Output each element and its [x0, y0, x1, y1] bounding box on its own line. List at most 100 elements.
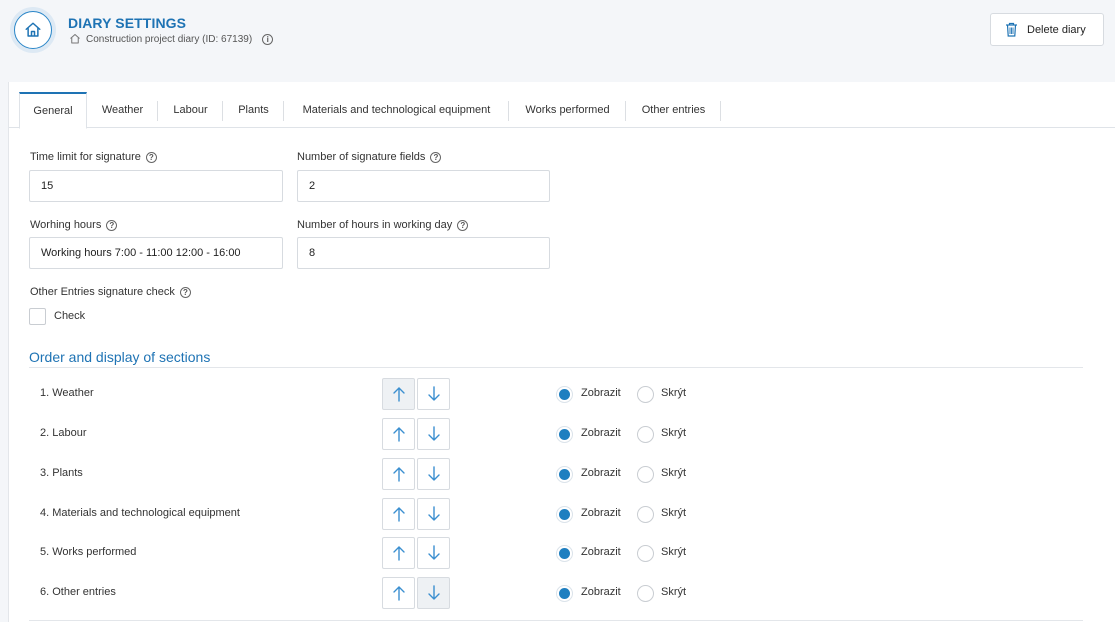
- divider: [29, 367, 1083, 368]
- time-limit-label: Time limit for signature ?: [30, 151, 157, 163]
- label-text: Number of signature fields: [297, 151, 426, 163]
- show-label: Zobrazit: [581, 586, 621, 598]
- info-icon[interactable]: i: [262, 33, 274, 45]
- hours-per-day-input[interactable]: 8: [297, 237, 550, 269]
- signature-check-checkbox[interactable]: [29, 308, 46, 325]
- move-up-button[interactable]: [382, 498, 415, 530]
- hide-label: Skrýt: [661, 546, 687, 558]
- show-label: Zobrazit: [581, 387, 621, 399]
- move-up-button[interactable]: [382, 378, 415, 410]
- signature-fields-label: Number of signature fields ?: [297, 151, 442, 163]
- arrow-down-icon: [427, 545, 440, 560]
- move-down-button[interactable]: [417, 458, 450, 490]
- hide-radio[interactable]: [637, 466, 654, 483]
- tab-bar: General Weather Labour Plants Materials …: [9, 92, 1115, 129]
- hide-label: Skrýt: [661, 467, 687, 479]
- hide-radio[interactable]: [637, 585, 654, 602]
- section-label: 5. Works performed: [40, 546, 137, 558]
- tab-label: Other entries: [641, 104, 706, 116]
- arrow-up-icon: [392, 586, 405, 601]
- show-radio[interactable]: [556, 466, 573, 483]
- settings-panel: General Weather Labour Plants Materials …: [8, 82, 1115, 622]
- arrow-up-icon: [392, 507, 405, 522]
- check-label: Check: [54, 310, 86, 322]
- tab-label: Labour: [173, 104, 208, 116]
- section-label: 6. Other entries: [40, 586, 116, 598]
- input-value: Working hours 7:00 - 11:00 12:00 - 16:00: [41, 247, 241, 259]
- delete-diary-button[interactable]: Delete diary: [990, 13, 1104, 46]
- show-radio[interactable]: [556, 386, 573, 403]
- show-radio[interactable]: [556, 585, 573, 602]
- tab-label: Materials and technological equipment: [302, 104, 491, 116]
- show-label: Zobrazit: [581, 427, 621, 439]
- input-value: 2: [309, 180, 316, 192]
- label-text: Time limit for signature: [30, 151, 141, 163]
- help-icon[interactable]: ?: [179, 286, 191, 298]
- section-label: 2. Labour: [40, 427, 87, 439]
- arrow-down-icon: [427, 585, 440, 600]
- section-label: 3. Plants: [40, 467, 83, 479]
- tab-label: Weather: [101, 104, 144, 116]
- input-value: 15: [41, 180, 54, 192]
- move-up-button[interactable]: [382, 537, 415, 569]
- arrow-up-icon: [392, 467, 405, 482]
- show-radio[interactable]: [556, 545, 573, 562]
- tab-label: Works performed: [525, 104, 610, 116]
- arrow-down-icon: [427, 386, 440, 401]
- hide-radio[interactable]: [637, 545, 654, 562]
- tab-plants[interactable]: Plants: [223, 92, 284, 128]
- input-value: 8: [309, 247, 316, 259]
- tab-weather[interactable]: Weather: [87, 92, 158, 128]
- arrow-up-icon: [392, 427, 405, 442]
- tab-general[interactable]: General: [19, 92, 87, 129]
- hide-radio[interactable]: [637, 386, 654, 403]
- signature-fields-input[interactable]: 2: [297, 170, 550, 202]
- show-radio[interactable]: [556, 426, 573, 443]
- diary-name: Construction project diary (ID: 67139): [86, 33, 253, 45]
- move-up-button[interactable]: [382, 577, 415, 609]
- move-down-button[interactable]: [417, 577, 450, 609]
- sections-title: Order and display of sections: [29, 349, 211, 365]
- move-up-button[interactable]: [382, 458, 415, 490]
- hide-label: Skrýt: [661, 507, 687, 519]
- hide-radio[interactable]: [637, 426, 654, 443]
- page-header: DIARY SETTINGS Construction project diar…: [0, 0, 1115, 64]
- tab-labour[interactable]: Labour: [158, 92, 223, 128]
- other-entries-check-label: Other Entries signature check ?: [30, 286, 191, 298]
- time-limit-input[interactable]: 15: [29, 170, 283, 202]
- arrow-up-icon: [392, 546, 405, 561]
- hide-radio[interactable]: [637, 506, 654, 523]
- move-down-button[interactable]: [417, 537, 450, 569]
- page-title: DIARY SETTINGS: [68, 15, 187, 31]
- working-hours-select[interactable]: Working hours 7:00 - 11:00 12:00 - 16:00: [29, 237, 283, 269]
- breadcrumb: Construction project diary (ID: 67139) i: [69, 33, 274, 45]
- trash-icon: [1006, 22, 1017, 37]
- move-up-button[interactable]: [382, 418, 415, 450]
- move-down-button[interactable]: [417, 498, 450, 530]
- tab-other-entries[interactable]: Other entries: [626, 92, 721, 128]
- tab-materials[interactable]: Materials and technological equipment: [284, 92, 509, 128]
- section-label: 4. Materials and technological equipment: [40, 507, 240, 519]
- help-icon[interactable]: ?: [106, 219, 118, 231]
- show-radio[interactable]: [556, 506, 573, 523]
- hide-label: Skrýt: [661, 586, 687, 598]
- divider: [29, 620, 1083, 621]
- tab-label: Plants: [238, 104, 269, 116]
- help-icon[interactable]: ?: [457, 219, 469, 231]
- show-label: Zobrazit: [581, 467, 621, 479]
- help-icon[interactable]: ?: [145, 151, 157, 163]
- tab-label: General: [33, 105, 73, 117]
- show-label: Zobrazit: [581, 507, 621, 519]
- tab-works-performed[interactable]: Works performed: [509, 92, 626, 128]
- hide-label: Skrýt: [661, 387, 687, 399]
- working-hours-label: Worhing hours ?: [30, 219, 118, 231]
- delete-diary-label: Delete diary: [1027, 23, 1086, 36]
- home-button[interactable]: [10, 7, 56, 53]
- arrow-down-icon: [427, 506, 440, 521]
- help-icon[interactable]: ?: [430, 151, 442, 163]
- home-icon: [25, 22, 41, 37]
- move-down-button[interactable]: [417, 378, 450, 410]
- arrow-down-icon: [427, 466, 440, 481]
- move-down-button[interactable]: [417, 418, 450, 450]
- arrow-up-icon: [392, 387, 405, 402]
